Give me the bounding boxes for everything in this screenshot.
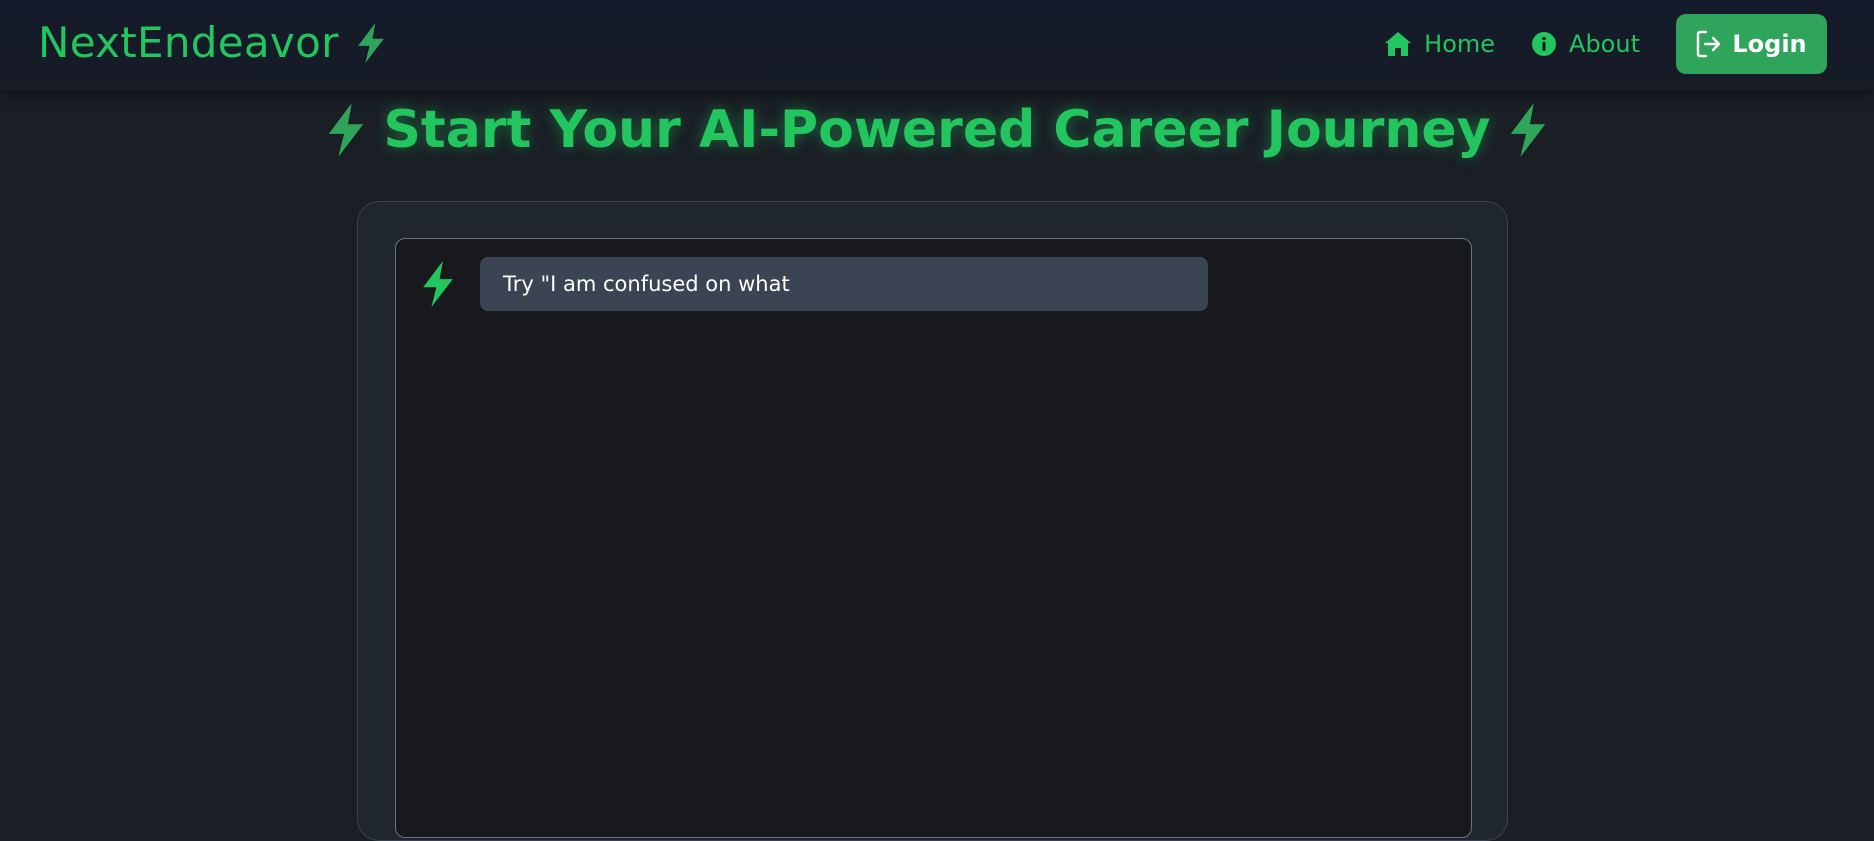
chat-message: Try "I am confused on what	[418, 257, 1208, 311]
navbar: NextEndeavor Home About Login	[0, 0, 1874, 90]
brand-logo[interactable]: NextEndeavor	[38, 18, 389, 67]
info-icon	[1532, 32, 1557, 56]
login-icon	[1697, 30, 1721, 58]
nav-about-link[interactable]: About	[1531, 30, 1640, 58]
chat-card: Try "I am confused on what	[357, 201, 1508, 841]
bolt-icon	[357, 22, 384, 63]
login-button[interactable]: Login	[1676, 14, 1827, 74]
bolt-icon	[423, 261, 453, 307]
nav-about-label: About	[1569, 30, 1640, 58]
nav-links: Home About Login	[1384, 14, 1827, 74]
page-title: Start Your AI-Powered Career Journey	[383, 100, 1491, 160]
bolt-icon	[329, 103, 364, 157]
message-text: Try "I am confused on what	[503, 272, 790, 296]
login-label: Login	[1732, 30, 1807, 58]
message-bubble: Try "I am confused on what	[480, 257, 1208, 311]
nav-home-label: Home	[1424, 30, 1496, 58]
brand-name: NextEndeavor	[38, 18, 339, 67]
nav-home-link[interactable]: Home	[1384, 30, 1495, 58]
chat-window[interactable]: Try "I am confused on what	[395, 238, 1472, 838]
bolt-icon	[1510, 103, 1545, 157]
home-icon	[1385, 32, 1412, 56]
hero: Start Your AI-Powered Career Journey	[0, 100, 1874, 160]
